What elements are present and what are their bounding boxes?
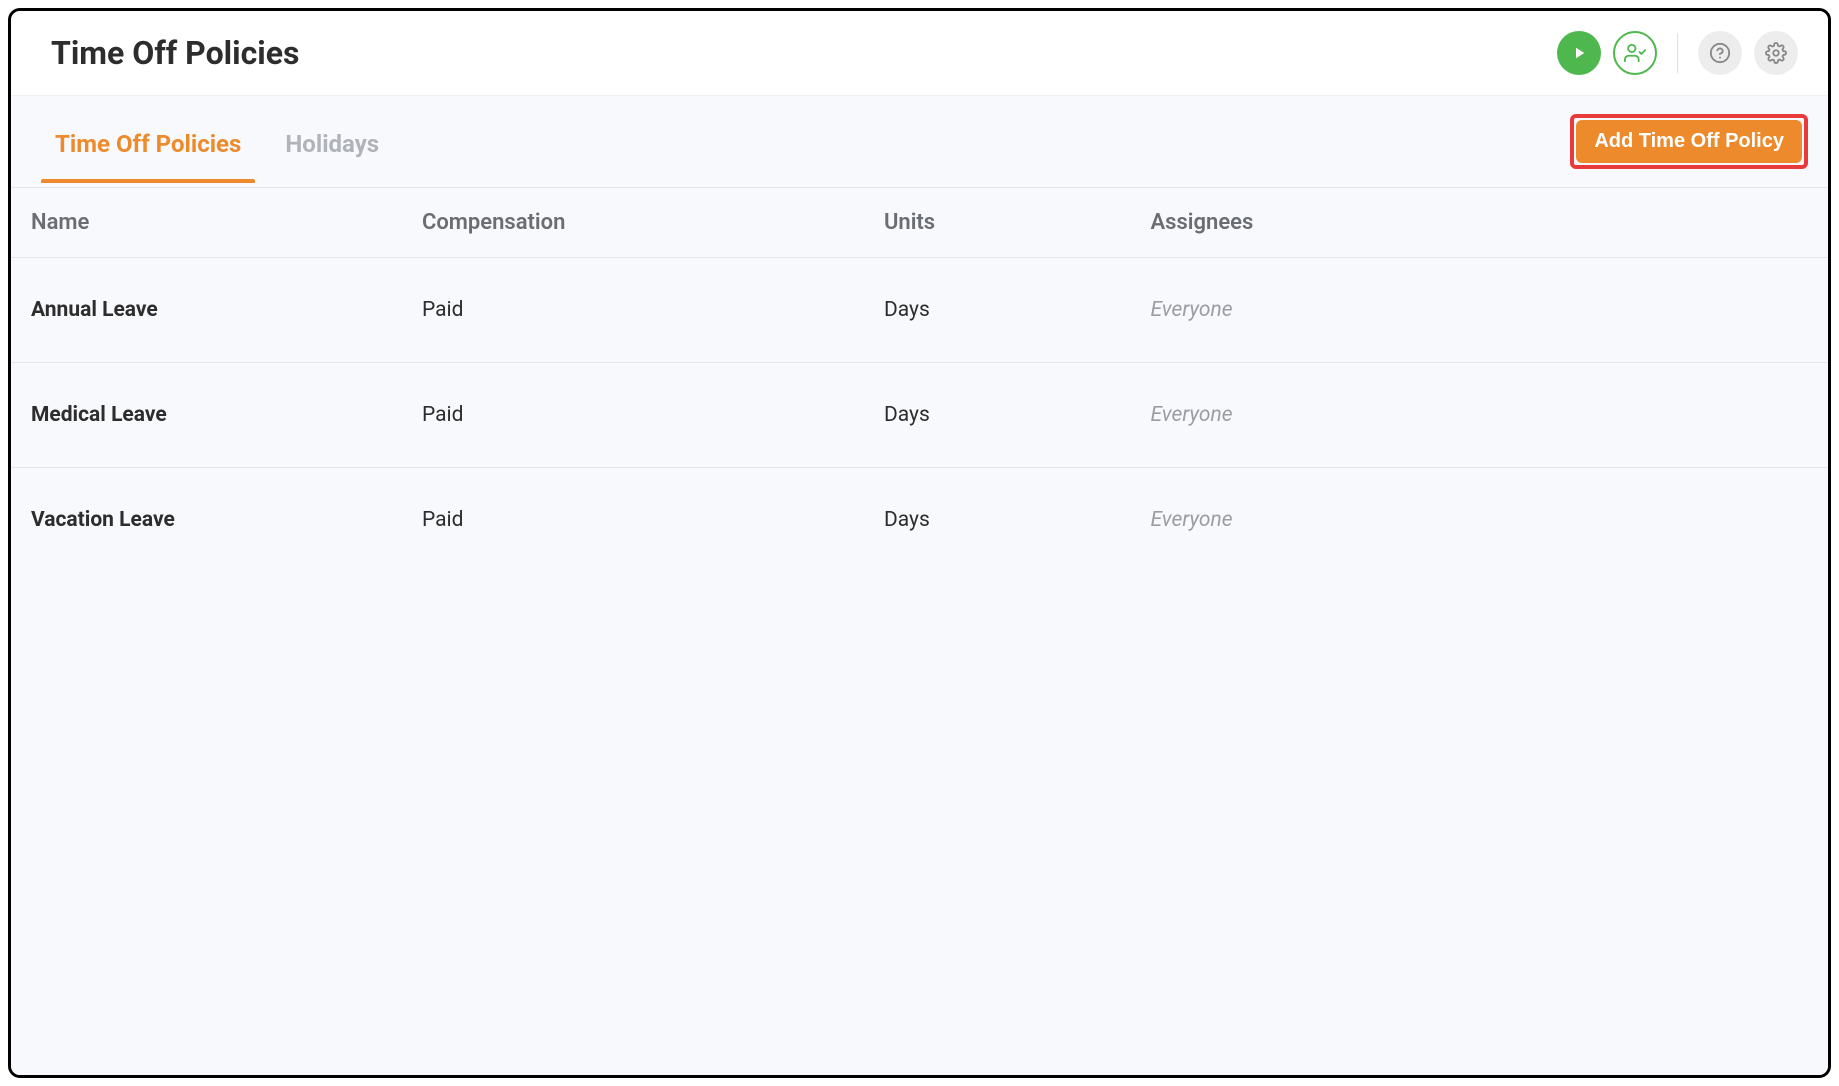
cell-units: Days xyxy=(884,508,1151,532)
cell-name: Annual Leave xyxy=(31,298,422,322)
cell-units: Days xyxy=(884,403,1151,427)
table-row[interactable]: Annual Leave Paid Days Everyone xyxy=(11,258,1828,363)
cell-assignees: Everyone xyxy=(1151,298,1808,322)
help-button[interactable] xyxy=(1698,31,1742,75)
play-icon xyxy=(1570,44,1588,62)
table-row[interactable]: Medical Leave Paid Days Everyone xyxy=(11,363,1828,468)
content-area: Time Off Policies Holidays Add Time Off … xyxy=(11,96,1828,1075)
tab-bar: Time Off Policies Holidays Add Time Off … xyxy=(11,96,1828,188)
user-check-icon xyxy=(1624,42,1646,64)
add-button-highlight: Add Time Off Policy xyxy=(1570,114,1808,169)
cell-name: Vacation Leave xyxy=(31,508,422,532)
cell-assignees: Everyone xyxy=(1151,508,1808,532)
column-header-assignees: Assignees xyxy=(1151,210,1808,235)
cell-assignees: Everyone xyxy=(1151,403,1808,427)
settings-gear-icon xyxy=(1765,42,1787,64)
settings-button[interactable] xyxy=(1754,31,1798,75)
page-title: Time Off Policies xyxy=(51,34,299,72)
cell-name: Medical Leave xyxy=(31,403,422,427)
tabs: Time Off Policies Holidays xyxy=(31,102,383,182)
cell-compensation: Paid xyxy=(422,508,884,532)
header-actions xyxy=(1557,31,1798,75)
column-header-compensation: Compensation xyxy=(422,210,884,235)
table-header: Name Compensation Units Assignees xyxy=(11,188,1828,258)
column-header-name: Name xyxy=(31,210,422,235)
page-header: Time Off Policies xyxy=(11,11,1828,96)
column-header-units: Units xyxy=(884,210,1151,235)
header-divider xyxy=(1677,33,1678,73)
play-button[interactable] xyxy=(1557,31,1601,75)
cell-units: Days xyxy=(884,298,1151,322)
add-button-wrap: Add Time Off Policy xyxy=(1570,96,1808,187)
user-check-button[interactable] xyxy=(1613,31,1657,75)
tab-time-off-policies[interactable]: Time Off Policies xyxy=(51,102,245,182)
cell-compensation: Paid xyxy=(422,403,884,427)
tab-holidays[interactable]: Holidays xyxy=(281,102,383,182)
add-time-off-policy-button[interactable]: Add Time Off Policy xyxy=(1576,120,1802,163)
table-row[interactable]: Vacation Leave Paid Days Everyone xyxy=(11,468,1828,572)
policies-table: Name Compensation Units Assignees Annual… xyxy=(11,188,1828,572)
cell-compensation: Paid xyxy=(422,298,884,322)
help-icon xyxy=(1709,42,1731,64)
